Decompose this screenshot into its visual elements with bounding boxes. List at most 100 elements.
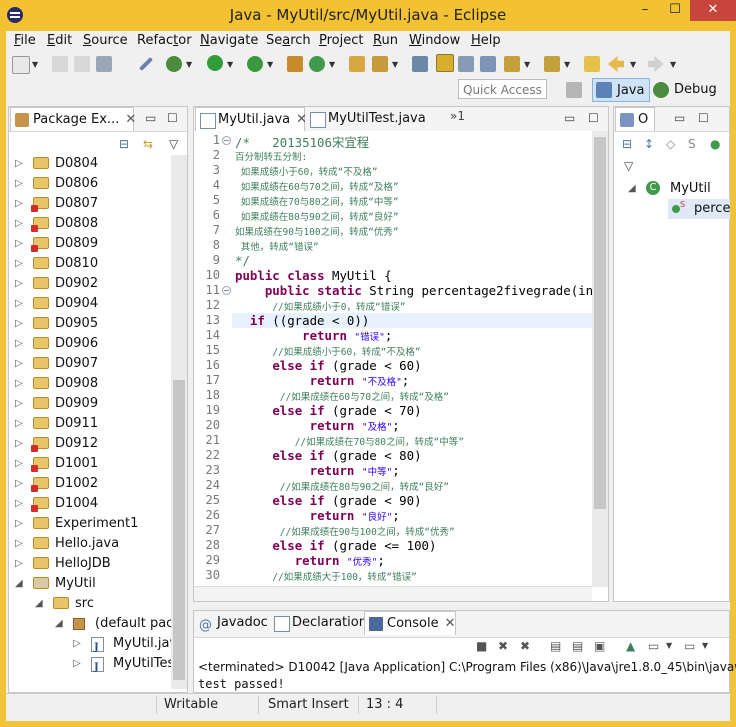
save-icon[interactable]	[52, 56, 68, 72]
code-line[interactable]: 如果成绩在80与90之间，转成“良好”	[235, 208, 399, 223]
code-line[interactable]: //如果成绩小于60，转成“不及格”	[235, 343, 420, 358]
expand-icon[interactable]: ▷	[73, 654, 81, 674]
tree-item[interactable]: ▷ Experiment1	[9, 514, 171, 534]
tree-item[interactable]: ▷ D0806	[9, 174, 171, 194]
open-console-icon[interactable]: ▭	[684, 639, 695, 653]
pin-console-icon[interactable]: ▲	[626, 639, 635, 653]
tab-outline[interactable]: O	[615, 107, 655, 131]
tree-item[interactable]: ▷ D0808	[9, 214, 171, 234]
menu-run[interactable]: Run	[373, 33, 398, 48]
skip-breakpoints-icon[interactable]	[138, 56, 154, 72]
save-all-icon[interactable]	[74, 56, 90, 72]
tree-item[interactable]: ▷ D0906	[9, 334, 171, 354]
tree-item[interactable]: ▷ D0909	[9, 394, 171, 414]
search-icon[interactable]	[372, 56, 388, 72]
code-line[interactable]: //如果成绩大于100，转成“错误”	[235, 568, 417, 583]
tree-item[interactable]: ▷ D0810	[9, 254, 171, 274]
code-line[interactable]: //如果成绩在70与80之间，转成“中等”	[235, 433, 464, 448]
expand-icon[interactable]: ▷	[15, 474, 23, 494]
fold-toggle-icon[interactable]: −	[222, 136, 231, 145]
hide-static-icon[interactable]: S	[688, 137, 696, 151]
next-annotation-icon[interactable]	[504, 56, 520, 72]
expand-icon[interactable]: ▷	[15, 434, 23, 454]
close-button[interactable]: ✕	[690, 0, 736, 21]
tree-item[interactable]: ▷ D0902	[9, 274, 171, 294]
view-menu-icon[interactable]: ▽	[169, 137, 178, 151]
tree-item[interactable]: ◢ (default pack	[9, 614, 171, 634]
menu-help[interactable]: Help	[471, 33, 501, 48]
debug-icon[interactable]	[166, 56, 182, 72]
expand-icon[interactable]: ▷	[15, 514, 23, 534]
expand-icon[interactable]: ▷	[73, 634, 81, 654]
editor-horizontal-scrollbar[interactable]	[194, 586, 592, 601]
toggle-markers-icon[interactable]	[412, 56, 428, 72]
tree-item[interactable]: ▷ D1002	[9, 474, 171, 494]
tab-myutil-java[interactable]: MyUtil.java ✕	[195, 107, 307, 131]
code-line[interactable]: return "不及格";	[235, 373, 410, 388]
menu-project[interactable]: Project	[319, 33, 364, 48]
external-dropdown-icon[interactable]: ▼	[267, 60, 273, 69]
mark-occurrences-icon[interactable]	[436, 54, 454, 72]
expand-icon[interactable]: ▷	[15, 494, 23, 514]
menu-source[interactable]: Source	[83, 33, 128, 48]
open-console-dropdown-icon[interactable]: ▼	[702, 641, 708, 650]
new-java-project-icon[interactable]	[287, 56, 303, 72]
scroll-lock-icon[interactable]: ▤	[572, 639, 583, 653]
tree-item[interactable]: ▷ D0807	[9, 194, 171, 214]
tree-item[interactable]: ◢ MyUtil	[9, 574, 171, 594]
display-dropdown-icon[interactable]: ▼	[666, 641, 672, 650]
run-icon[interactable]	[207, 55, 223, 71]
code-line[interactable]: 如果成绩在60与70之间，转成“及格”	[235, 178, 399, 193]
open-perspective-icon[interactable]	[566, 82, 582, 98]
forward-dropdown-icon[interactable]: ▼	[670, 60, 676, 69]
tree-item[interactable]: ▷ D0911	[9, 414, 171, 434]
code-line[interactable]: return "良好";	[235, 508, 400, 523]
last-edit-icon[interactable]	[584, 56, 600, 72]
maximize-view-icon[interactable]: ☐	[167, 111, 178, 125]
clear-console-icon[interactable]: ▤	[550, 639, 561, 653]
code-line[interactable]: else if (grade < 80)	[235, 448, 421, 463]
code-line[interactable]: return "中等";	[235, 463, 400, 478]
new-dropdown-icon[interactable]: ▼	[32, 60, 38, 69]
code-line[interactable]: //如果成绩在60与70之间，转成“及格”	[235, 388, 449, 403]
expand-icon[interactable]: ▷	[15, 374, 23, 394]
close-tab-icon[interactable]: ✕	[445, 616, 456, 631]
link-with-editor-icon[interactable]: ⇆	[143, 137, 153, 151]
code-line[interactable]: //如果成绩在90与100之间，转成“优秀”	[235, 523, 455, 538]
new-class-dropdown-icon[interactable]: ▼	[329, 60, 335, 69]
collapse-icon[interactable]: ◢	[55, 614, 63, 634]
tree-item[interactable]: ▷ D0804	[9, 154, 171, 174]
outline-method-row[interactable]: S perce	[668, 199, 730, 219]
maximize-outline-icon[interactable]: ☐	[698, 111, 709, 125]
minimize-editor-icon[interactable]: ▭	[564, 111, 575, 125]
prev-annotation-dropdown-icon[interactable]: ▼	[564, 60, 570, 69]
code-line[interactable]: 如果成绩小于60，转成“不及格”	[235, 163, 378, 178]
tree-item[interactable]: ▷ J MyUtil.java	[9, 634, 171, 654]
expand-icon[interactable]: ▷	[15, 154, 23, 174]
code-line[interactable]: if ((grade < 0))	[235, 313, 369, 328]
debug-perspective-button[interactable]: Debug	[650, 78, 718, 102]
hide-nonpublic-icon[interactable]: ●	[710, 137, 720, 151]
tab-declaration[interactable]: Declaration	[270, 611, 367, 635]
tree-item[interactable]: ▷ D1001	[9, 454, 171, 474]
code-line[interactable]: return "及格";	[235, 418, 400, 433]
close-tab-icon[interactable]: ✕	[125, 112, 136, 127]
tab-package-explorer[interactable]: Package Ex... ✕	[10, 107, 136, 131]
code-line[interactable]: public class MyUtil {	[235, 268, 392, 283]
tree-item[interactable]: ▷ D0904	[9, 294, 171, 314]
tree-item[interactable]: ▷ D0905	[9, 314, 171, 334]
minimize-button[interactable]: –	[630, 0, 660, 21]
expand-icon[interactable]: ▷	[15, 534, 23, 554]
terminate-icon[interactable]: ■	[476, 639, 487, 653]
package-explorer-scrollbar[interactable]	[171, 155, 187, 689]
next-annotation-dropdown-icon[interactable]: ▼	[524, 60, 530, 69]
collapse-icon[interactable]: ◢	[15, 574, 23, 594]
block-selection-icon[interactable]	[480, 56, 496, 72]
menu-edit[interactable]: Edit	[47, 33, 72, 48]
collapse-icon[interactable]: ◢	[35, 594, 43, 614]
code-line[interactable]: else if (grade < 70)	[235, 403, 421, 418]
code-line[interactable]: else if (grade < 90)	[235, 493, 421, 508]
expand-icon[interactable]: ▷	[15, 194, 23, 214]
expand-icon[interactable]: ▷	[15, 314, 23, 334]
forward-icon[interactable]	[648, 56, 664, 72]
